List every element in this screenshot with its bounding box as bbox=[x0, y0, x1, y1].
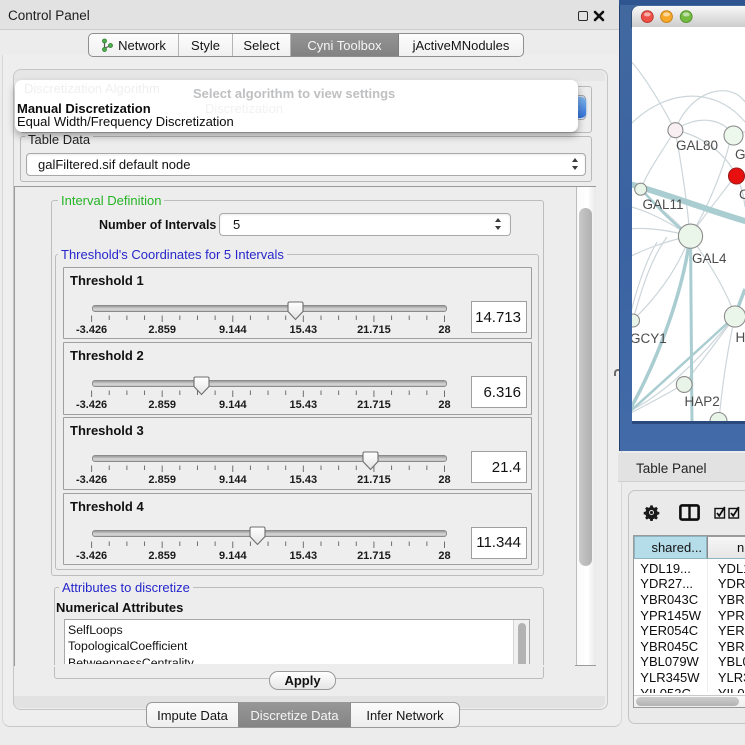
svg-text:GAL80: GAL80 bbox=[676, 138, 718, 153]
svg-text:C: C bbox=[739, 187, 745, 202]
svg-text:H: H bbox=[736, 330, 745, 345]
svg-text:GAL11: GAL11 bbox=[643, 197, 684, 212]
svg-text:GCY1: GCY1 bbox=[632, 331, 667, 346]
svg-text:GAL4: GAL4 bbox=[692, 251, 727, 266]
svg-text:G.: G. bbox=[735, 147, 745, 162]
svg-text:HAP2: HAP2 bbox=[685, 394, 720, 409]
